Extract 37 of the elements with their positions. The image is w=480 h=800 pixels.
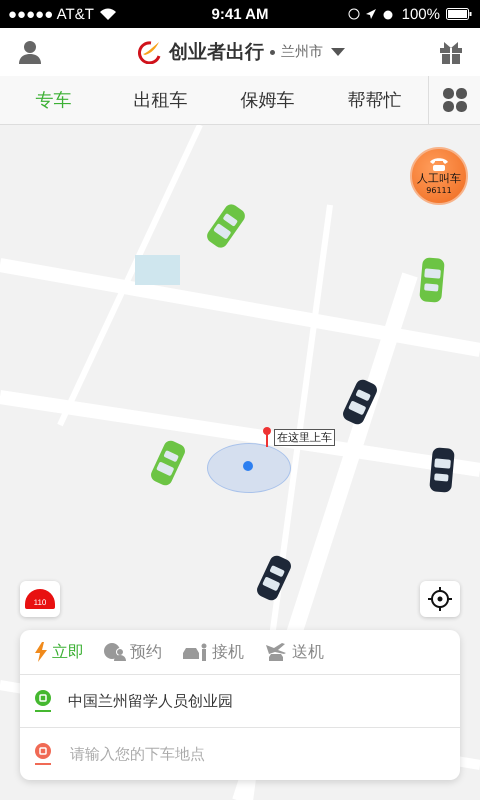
origin-address[interactable]: 中国兰州留学人员创业园 <box>68 692 233 710</box>
plane-car-icon <box>264 642 288 662</box>
service-tab[interactable]: 帮帮忙 <box>321 76 428 124</box>
gift-icon[interactable] <box>440 40 462 64</box>
city-selector[interactable]: 兰州市 <box>281 43 345 61</box>
car-person-icon <box>182 643 208 661</box>
car-icon <box>418 256 446 304</box>
battery-percent: 100% <box>402 6 440 22</box>
start-pin-icon <box>34 690 52 712</box>
booking-mode-tab[interactable]: 送机 <box>264 642 330 662</box>
pickup-label: 在这里上车 <box>274 429 335 446</box>
current-location-dot <box>243 461 253 471</box>
end-pin-icon <box>34 743 52 765</box>
locate-button[interactable] <box>420 581 460 617</box>
phone-icon <box>430 157 448 171</box>
crosshair-icon <box>428 587 452 611</box>
service-tab[interactable]: 保姆车 <box>214 76 321 124</box>
lightning-icon <box>34 642 48 662</box>
clock-text: 9:41 AM <box>212 6 268 22</box>
person-icon[interactable] <box>18 40 42 64</box>
car-icon <box>428 446 456 494</box>
alarm-button[interactable]: 110 <box>20 581 60 617</box>
booking-mode-tab[interactable]: 接机 <box>182 642 250 662</box>
clover-icon <box>442 88 466 112</box>
carrier-text: ●●●●● AT&T <box>8 6 94 22</box>
pond-area <box>135 255 180 285</box>
pin-icon <box>263 427 271 447</box>
service-tab[interactable]: 出租车 <box>107 76 214 124</box>
brand-name: 创业者出行 <box>169 40 264 65</box>
separator-dot <box>270 50 275 54</box>
caret-icon <box>331 48 345 56</box>
booking-mode-tab[interactable]: 预约 <box>104 642 168 662</box>
wifi-icon <box>100 8 116 20</box>
battery-icon <box>446 8 472 20</box>
brand-logo-icon <box>137 40 163 64</box>
call-car-button[interactable]: 人工叫车 96111 <box>410 147 468 205</box>
clock-person-icon <box>104 643 126 661</box>
